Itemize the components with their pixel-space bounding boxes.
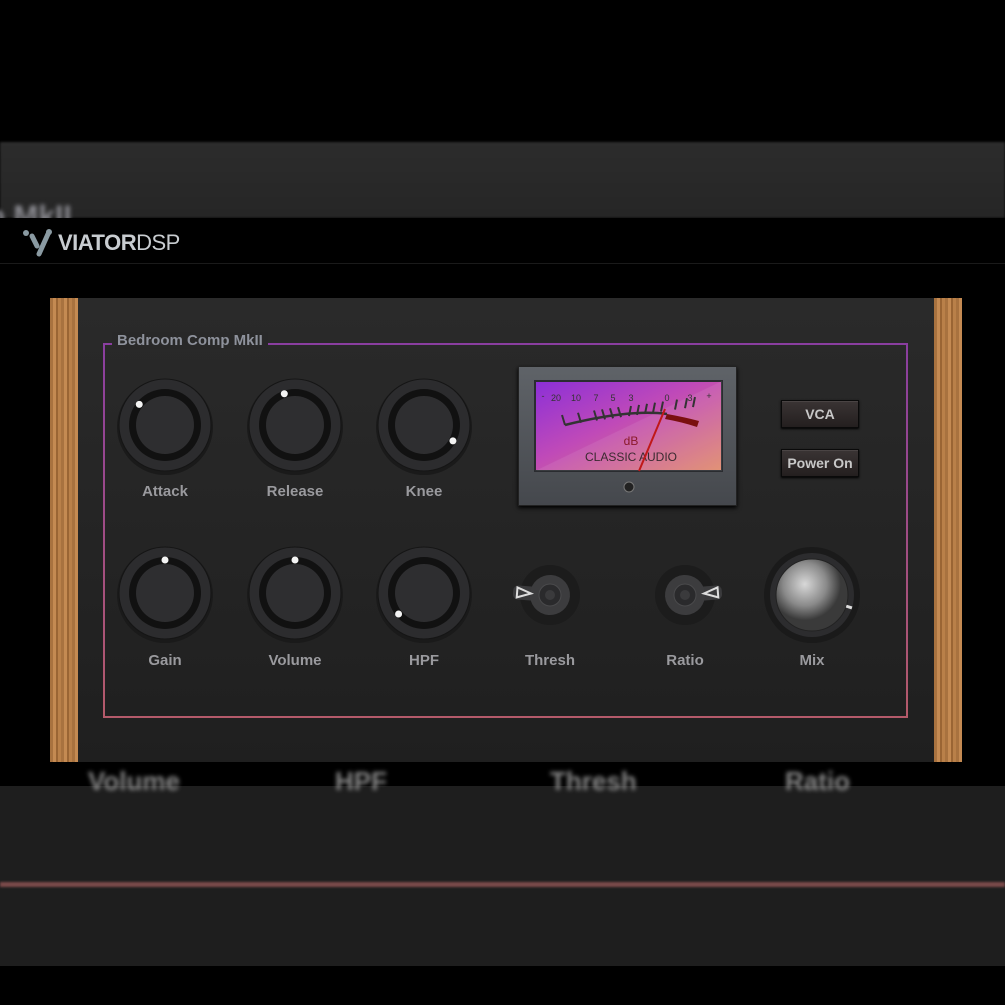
ghost-label: Ratio: [785, 766, 850, 796]
meter-scale-label: 20: [551, 393, 561, 403]
meter-scale-label: +: [706, 391, 711, 401]
switch-label: Thresh: [524, 652, 575, 669]
header: VIATORDSP: [0, 218, 1005, 264]
plugin-title: Bedroom Comp MkII: [112, 332, 268, 349]
background-blur-band-bottom: [0, 786, 1005, 966]
switch-ratio[interactable]: [640, 550, 730, 645]
background-ghost-labels: Volume HPF Thresh Ratio: [0, 766, 1005, 796]
knob-volume[interactable]: [245, 543, 345, 648]
meter-scale-label: 7: [593, 393, 598, 403]
plugin-panel: Bedroom Comp MkII Attack Release Knee Gain V…: [50, 298, 962, 762]
knob-label: Volume: [268, 652, 322, 669]
meter-unit: dB: [624, 434, 639, 448]
knob-hpf[interactable]: [374, 543, 474, 648]
meter-scale-label: 3: [687, 393, 692, 403]
knob-mix[interactable]: [762, 545, 862, 650]
power-on-button[interactable]: Power On: [781, 449, 859, 477]
knob-release[interactable]: [245, 375, 345, 480]
ghost-label: HPF: [335, 766, 387, 796]
knob-knee[interactable]: [374, 375, 474, 480]
viatordsp-logo: VIATORDSP: [22, 228, 180, 258]
ghost-label: Thresh: [550, 766, 637, 796]
knob-gain[interactable]: [115, 543, 215, 648]
knob-attack[interactable]: [115, 375, 215, 480]
vu-meter: -20 10 7 5 3 0 3 + dB CLASSIC AUDIO: [518, 366, 737, 506]
meter-scale-label: 5: [610, 393, 615, 403]
background-divider: [0, 882, 1005, 887]
meter-brand: CLASSIC AUDIO: [585, 450, 677, 464]
knob-label: Gain: [148, 652, 182, 669]
meter-scale-label: 3: [628, 393, 633, 403]
switch-label: Ratio: [666, 652, 704, 669]
meter-scale-label: 10: [571, 393, 581, 403]
vca-button[interactable]: VCA: [781, 400, 859, 428]
ghost-label: Volume: [88, 766, 180, 796]
wood-side-right: [934, 298, 962, 762]
knob-label: Release: [266, 483, 324, 500]
meter-scale-label: -: [542, 391, 545, 401]
mix-label: Mix: [799, 652, 825, 669]
knob-label: Attack: [142, 483, 188, 500]
knob-label: HPF: [409, 652, 439, 669]
meter-scale-label: 0: [664, 393, 669, 403]
switch-thresh[interactable]: [505, 550, 595, 645]
background-blur-band: [0, 142, 1005, 218]
logo-mark-icon: [23, 229, 52, 257]
knob-label: Knee: [405, 483, 443, 500]
wood-side-left: [50, 298, 78, 762]
